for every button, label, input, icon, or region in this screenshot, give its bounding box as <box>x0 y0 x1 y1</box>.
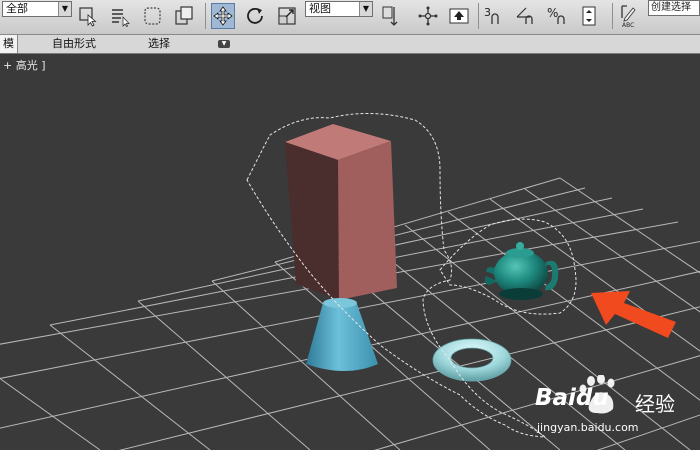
select-and-manipulate-icon[interactable] <box>416 3 440 29</box>
selection-filter-dropdown[interactable]: 全部 ▼ <box>2 1 72 17</box>
select-object-icon[interactable] <box>76 3 100 29</box>
svg-text:3: 3 <box>484 6 491 19</box>
rectangular-selection-icon[interactable] <box>140 3 164 29</box>
viewport-label[interactable]: + 高光 ] <box>3 57 46 73</box>
keyboard-shortcut-override-icon[interactable] <box>447 3 471 29</box>
select-by-name-icon[interactable] <box>108 3 132 29</box>
edit-named-selection-icon[interactable]: ABC <box>618 3 642 29</box>
tab-freeform[interactable]: 自由形式 <box>52 35 96 53</box>
svg-text:ABC: ABC <box>622 22 634 28</box>
selection-filter-value: 全部 <box>6 2 28 15</box>
box-object[interactable] <box>285 124 397 300</box>
reference-coord-value: 视图 <box>309 2 331 15</box>
snaps-toggle-icon[interactable]: 3 <box>482 3 506 29</box>
select-and-move-icon[interactable] <box>211 3 235 29</box>
percent-snap-toggle-icon[interactable]: % <box>546 3 570 29</box>
ribbon-tab-bar: 模 自由形式 选择 ▼ <box>0 35 700 54</box>
watermark-url: jingyan.baidu.com <box>537 421 639 434</box>
select-and-rotate-icon[interactable] <box>243 3 267 29</box>
main-toolbar: 全部 ▼ 视图 ▼ 3 % ABC 创建选择 <box>0 0 700 35</box>
spinner-snap-toggle-icon[interactable] <box>578 3 602 29</box>
tab-modeling[interactable]: 模 <box>0 35 18 53</box>
baidu-watermark: Baidu 经验 jingyan.baidu.com <box>535 374 697 439</box>
chevron-down-icon: ▼ <box>58 2 71 16</box>
pivot-center-icon[interactable] <box>378 3 402 29</box>
watermark-service: 经验 <box>635 392 675 416</box>
window-crossing-icon[interactable] <box>172 3 196 29</box>
toolbar-separator <box>205 3 206 29</box>
watermark-brand: Baidu <box>535 385 609 411</box>
ribbon-options-icon[interactable]: ▼ <box>218 40 230 48</box>
angle-snap-toggle-icon[interactable] <box>514 3 538 29</box>
tab-selection[interactable]: 选择 <box>148 35 170 53</box>
named-selection-field[interactable]: 创建选择 <box>648 0 700 16</box>
toolbar-separator <box>612 3 613 29</box>
svg-text:%: % <box>547 6 558 20</box>
select-and-scale-icon[interactable] <box>275 3 299 29</box>
reference-coord-dropdown[interactable]: 视图 ▼ <box>305 1 373 17</box>
toolbar-separator <box>478 3 479 29</box>
chevron-down-icon: ▼ <box>359 2 372 16</box>
named-selection-value: 创建选择 <box>651 2 691 13</box>
